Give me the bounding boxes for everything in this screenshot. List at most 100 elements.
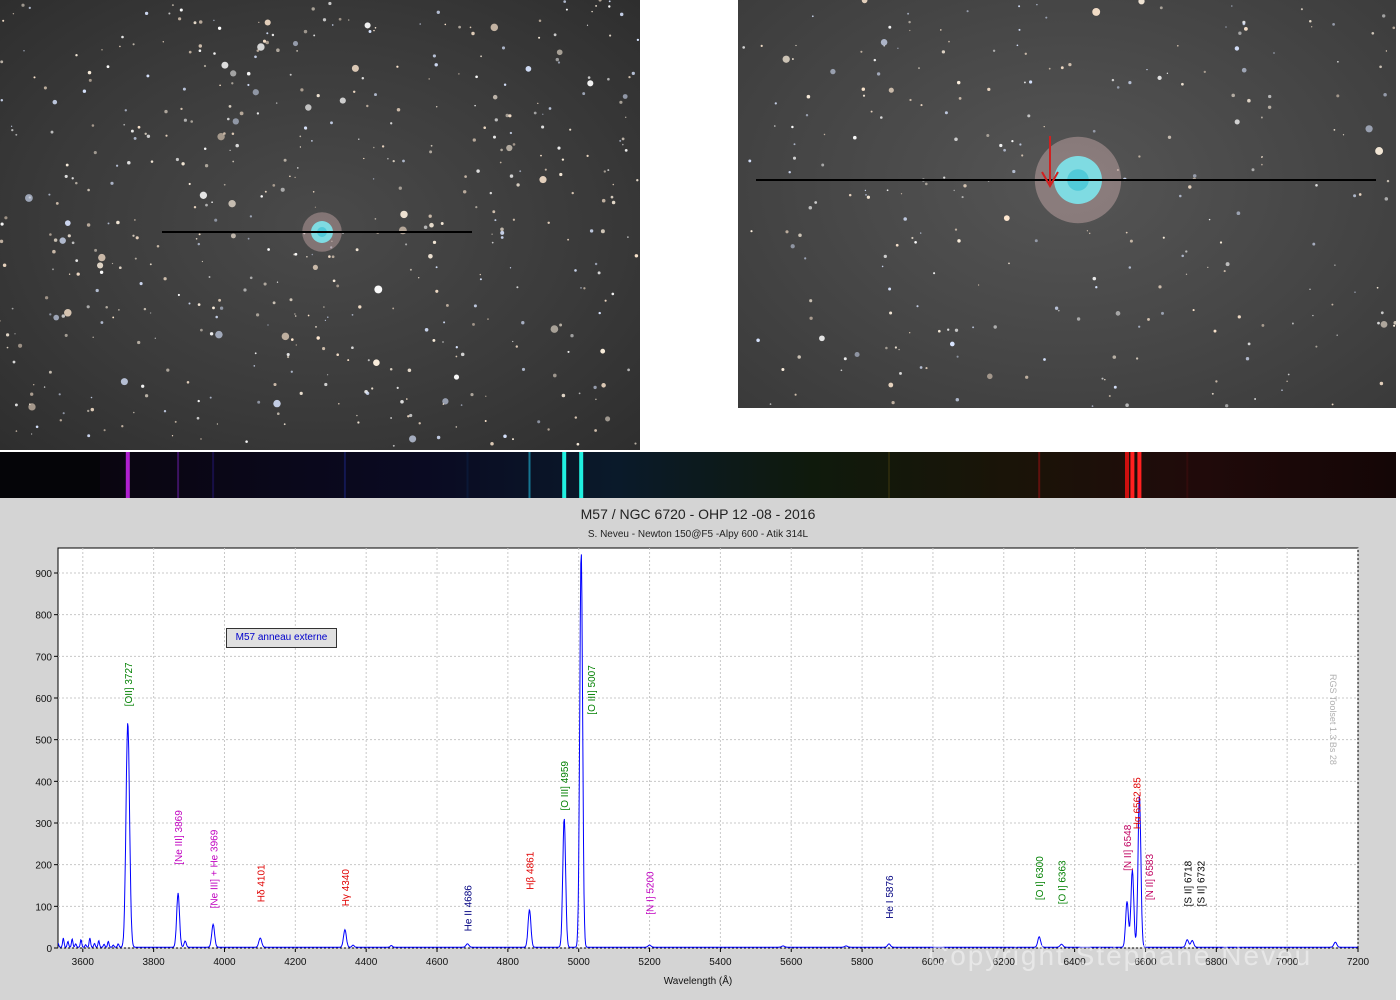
strip-emission-line bbox=[212, 452, 215, 498]
star-dot bbox=[1241, 67, 1247, 73]
star-dot bbox=[547, 428, 550, 431]
star-dot bbox=[1291, 322, 1294, 325]
star-dot bbox=[559, 323, 563, 327]
star-dot bbox=[537, 420, 541, 424]
star-dot bbox=[574, 269, 577, 272]
star-dot bbox=[1336, 94, 1340, 98]
star-dot bbox=[830, 68, 836, 75]
star-dot bbox=[146, 74, 150, 78]
star-dot bbox=[1192, 309, 1195, 312]
star-dot bbox=[567, 350, 570, 353]
star-dot bbox=[209, 396, 212, 399]
star-dot bbox=[188, 302, 191, 305]
star-dot bbox=[1331, 303, 1334, 306]
star-dot bbox=[133, 136, 137, 140]
star-dot bbox=[601, 198, 606, 203]
star-dot bbox=[87, 409, 90, 413]
star-dot bbox=[208, 276, 211, 278]
star-dot bbox=[500, 148, 503, 152]
star-dot bbox=[943, 176, 946, 179]
star-dot bbox=[1208, 218, 1211, 221]
star-dot bbox=[193, 21, 197, 25]
star-dot bbox=[68, 273, 71, 275]
star-dot bbox=[1185, 250, 1188, 253]
line-annotation: [Ne III] 3869 bbox=[174, 810, 185, 865]
star-dot bbox=[139, 282, 143, 286]
star-dot bbox=[1086, 230, 1089, 232]
star-dot bbox=[955, 397, 960, 402]
star-dot bbox=[428, 253, 433, 259]
star-dot bbox=[870, 110, 873, 113]
star-dot bbox=[1384, 197, 1389, 201]
star-dot bbox=[485, 395, 487, 397]
star-dot bbox=[180, 107, 183, 111]
line-annotation: Hδ 4101 bbox=[256, 864, 267, 902]
star-dot bbox=[1237, 315, 1241, 319]
star-dot bbox=[589, 229, 594, 233]
star-dot bbox=[553, 33, 557, 37]
star-dot bbox=[264, 19, 271, 26]
copyright-watermark: Copyright Stéphane Neveu bbox=[928, 940, 1313, 971]
line-annotation: [N I] 5200 bbox=[646, 871, 657, 915]
star-dot bbox=[455, 426, 458, 428]
star-dot bbox=[193, 205, 197, 209]
star-dot bbox=[470, 393, 474, 397]
star-dot bbox=[475, 206, 478, 209]
star-dot bbox=[292, 41, 299, 47]
star-dot bbox=[899, 371, 902, 375]
star-dot bbox=[409, 413, 413, 418]
star-dot bbox=[1371, 31, 1375, 35]
line-annotation: Hα 6562.85 bbox=[1133, 777, 1144, 829]
star-dot bbox=[1234, 119, 1240, 125]
star-dot bbox=[165, 134, 168, 137]
star-dot bbox=[876, 72, 881, 76]
star-dot bbox=[1311, 26, 1313, 28]
star-dot bbox=[883, 45, 885, 47]
star-dot bbox=[1076, 317, 1081, 321]
star-dot bbox=[247, 83, 250, 87]
star-dot bbox=[227, 117, 230, 121]
star-dot bbox=[289, 298, 293, 302]
star-dot bbox=[769, 403, 772, 405]
star-dot bbox=[434, 63, 438, 67]
strip-emission-line bbox=[1125, 452, 1129, 498]
star-dot bbox=[793, 143, 796, 146]
star-dot bbox=[886, 189, 889, 192]
star-dot bbox=[604, 299, 607, 302]
star-dot bbox=[750, 230, 753, 233]
star-dot bbox=[883, 254, 887, 259]
star-dot bbox=[435, 105, 438, 108]
star-dot bbox=[993, 325, 997, 329]
star-dot bbox=[748, 159, 752, 163]
star-dot bbox=[396, 107, 401, 112]
x-tick-label: 5200 bbox=[638, 957, 661, 968]
star-dot bbox=[570, 334, 574, 338]
star-dot bbox=[1129, 239, 1133, 243]
star-dot bbox=[487, 318, 489, 320]
star-dot bbox=[299, 391, 303, 395]
strip-emission-line bbox=[562, 452, 567, 498]
star-dot bbox=[1380, 311, 1384, 315]
star-dot bbox=[400, 210, 408, 219]
star-dot bbox=[326, 374, 329, 376]
star-dot bbox=[314, 206, 317, 208]
star-dot bbox=[956, 80, 961, 85]
star-dot bbox=[1211, 392, 1214, 395]
star-dot bbox=[435, 289, 439, 293]
star-dot bbox=[11, 307, 14, 310]
y-tick-label: 0 bbox=[46, 944, 52, 955]
star-dot bbox=[186, 381, 190, 384]
star-dot bbox=[907, 12, 910, 15]
star-dot bbox=[881, 265, 884, 268]
star-dot bbox=[782, 55, 790, 63]
star-dot bbox=[52, 268, 54, 271]
zoom-starfield bbox=[742, 0, 1396, 408]
star-dot bbox=[492, 210, 496, 214]
star-dot bbox=[232, 118, 239, 125]
star-dot bbox=[472, 322, 475, 326]
line-annotation: He II 4686 bbox=[464, 885, 475, 932]
star-dot bbox=[294, 252, 298, 256]
star-dot bbox=[611, 200, 616, 205]
star-dot bbox=[494, 118, 498, 122]
star-dot bbox=[790, 244, 795, 249]
